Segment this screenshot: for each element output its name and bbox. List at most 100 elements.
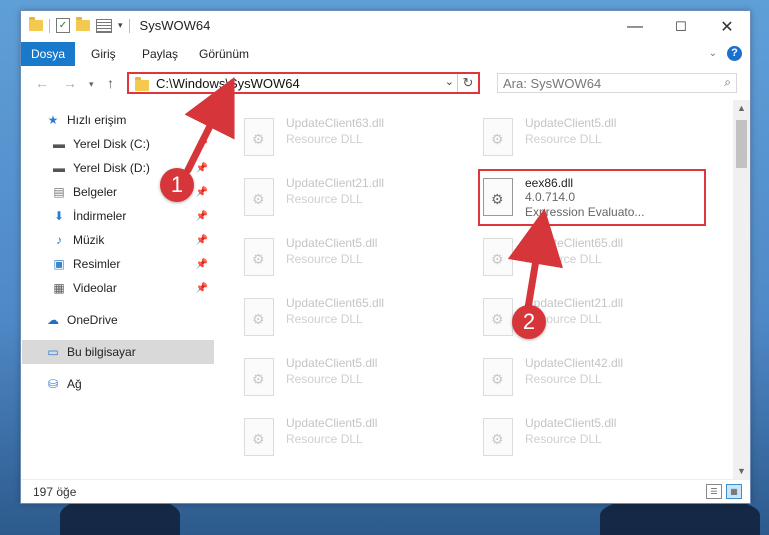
folder-icon (135, 77, 149, 91)
search-icon[interactable]: ⌕ (724, 75, 731, 90)
sidebar-item-label: Bu bilgisayar (67, 345, 136, 359)
up-arrow-icon[interactable]: ↑ (107, 75, 114, 91)
ribbon-controls: ⌄ ? (709, 46, 742, 61)
file-item[interactable]: UpdateClient5.dll Resource DLL (477, 412, 697, 462)
minimize-button[interactable]: — (612, 11, 658, 42)
file-item[interactable]: UpdateClient42.dll Resource DLL (477, 352, 697, 402)
large-icons-view-icon[interactable]: ▦ (726, 484, 742, 499)
dll-file-icon (244, 118, 274, 156)
sidebar-item-pictures[interactable]: ▣ Resimler 📌 (51, 252, 214, 276)
file-item[interactable]: UpdateClient5.dll Resource DLL (238, 232, 458, 282)
pin-icon[interactable]: 📌 (196, 235, 208, 246)
sidebar-item-this-pc[interactable]: ▭ Bu bilgisayar (22, 340, 214, 364)
file-name: UpdateClient5.dll (286, 236, 378, 250)
pin-icon[interactable]: 📌 (196, 163, 208, 174)
address-path[interactable]: C:\Windows\SysWOW64 (156, 76, 300, 91)
scroll-up-icon[interactable]: ▲ (733, 100, 750, 117)
file-name: UpdateClient63.dll (286, 116, 385, 130)
sidebar-item-label: Videolar (73, 281, 117, 295)
quick-access-toolbar: ✓ ▾ SysWOW64 (29, 17, 211, 33)
title-bar: ✓ ▾ SysWOW64 — ☐ ✕ (21, 11, 750, 42)
sidebar-item-network[interactable]: ⛁ Ağ (45, 372, 214, 396)
sidebar-item-downloads[interactable]: ⬇ İndirmeler 📌 (51, 204, 214, 228)
status-bar: 197 öğe ☰ ▦ (21, 479, 750, 503)
tab-home[interactable]: Giriş (91, 42, 116, 66)
details-view-icon[interactable]: ☰ (706, 484, 722, 499)
item-count: 197 öğe (33, 485, 77, 499)
sidebar-item-onedrive[interactable]: ☁ OneDrive (45, 308, 214, 332)
sidebar-item-label: Yerel Disk (D:) (73, 161, 150, 175)
pin-icon[interactable]: 📌 (196, 139, 208, 150)
dll-file-icon (244, 418, 274, 456)
forward-arrow-icon[interactable]: → (63, 75, 77, 91)
file-name: UpdateClient5.dll (525, 116, 617, 130)
separator (49, 18, 50, 33)
step-1-badge: 1 (160, 168, 194, 202)
file-name: UpdateClient65.dll (525, 236, 624, 250)
file-description: Resource DLL (525, 252, 602, 266)
dll-file-icon (244, 238, 274, 276)
file-description: Resource DLL (525, 132, 602, 146)
sidebar-item-label: Resimler (73, 257, 121, 271)
file-description: Resource DLL (286, 192, 363, 206)
maximize-button[interactable]: ☐ (658, 11, 704, 42)
drive-icon: ▬ (53, 161, 65, 175)
new-folder-icon[interactable] (76, 17, 90, 31)
file-item[interactable]: UpdateClient65.dll Resource DLL (238, 292, 458, 342)
recent-locations-icon[interactable]: ▾ (89, 79, 94, 90)
sidebar-item-label: Yerel Disk (C:) (73, 137, 150, 151)
sidebar-item-videos[interactable]: ▦ Videolar 📌 (51, 276, 214, 300)
file-name: UpdateClient5.dll (286, 416, 378, 430)
pin-icon[interactable]: 📌 (196, 187, 208, 198)
back-arrow-icon[interactable]: ← (35, 75, 49, 91)
step-2-badge: 2 (512, 305, 546, 339)
navigation-pane: ★ Hızlı erişim ▬ Yerel Disk (C:) 📌 ▬ Yer… (21, 100, 216, 480)
sidebar-item-label: OneDrive (67, 313, 118, 327)
search-input[interactable]: Ara: SysWOW64 ⌕ (497, 73, 737, 93)
dll-file-icon (244, 178, 274, 216)
file-name: UpdateClient21.dll (286, 176, 385, 190)
chevron-down-icon[interactable]: ▾ (118, 20, 123, 31)
tab-view[interactable]: Görünüm (199, 42, 249, 66)
pin-icon[interactable]: 📌 (196, 283, 208, 294)
expand-ribbon-icon[interactable]: ⌄ (709, 48, 717, 59)
navigation-bar: ← → ▾ ↑ C:\Windows\SysWOW64 ⌄ ↻ Ara: Sys… (21, 66, 750, 100)
file-description: Resource DLL (286, 132, 363, 146)
sidebar-item-label: Hızlı erişim (67, 113, 127, 127)
file-item[interactable]: UpdateClient63.dll Resource DLL (238, 112, 458, 162)
chevron-down-icon[interactable]: ⌄ (445, 75, 454, 88)
file-description: Resource DLL (286, 372, 363, 386)
file-item[interactable]: UpdateClient5.dll Resource DLL (238, 352, 458, 402)
window-title: SysWOW64 (139, 18, 211, 33)
dll-file-icon (483, 418, 513, 456)
dll-file-icon (244, 298, 274, 336)
close-button[interactable]: ✕ (704, 11, 750, 42)
help-icon[interactable]: ? (727, 46, 742, 61)
customize-toolbar-icon[interactable] (96, 18, 112, 33)
file-item[interactable]: UpdateClient5.dll Resource DLL (238, 412, 458, 462)
sidebar-item-label: Müzik (73, 233, 105, 247)
scrollbar-thumb[interactable] (736, 120, 747, 168)
sidebar-item-music[interactable]: ♪ Müzik 📌 (51, 228, 214, 252)
properties-check-icon[interactable]: ✓ (56, 18, 70, 33)
file-item[interactable]: UpdateClient21.dll Resource DLL (238, 172, 458, 222)
pictures-icon: ▣ (53, 257, 65, 271)
music-icon: ♪ (56, 233, 62, 247)
vertical-scrollbar[interactable]: ▲ ▼ (733, 100, 750, 480)
file-item[interactable]: UpdateClient21.dll Resource DLL (477, 292, 697, 342)
drive-icon: ▬ (53, 137, 65, 151)
pin-icon[interactable]: 📌 (196, 211, 208, 222)
file-item[interactable]: UpdateClient65.dll Resource DLL (477, 232, 697, 282)
dll-file-icon (483, 298, 513, 336)
refresh-icon[interactable]: ↻ (457, 74, 478, 92)
sidebar-item-quick-access[interactable]: ★ Hızlı erişim (45, 108, 214, 132)
dll-file-icon (244, 358, 274, 396)
address-bar[interactable]: C:\Windows\SysWOW64 ⌄ ↻ (127, 72, 480, 94)
scroll-down-icon[interactable]: ▼ (733, 463, 750, 480)
search-placeholder: Ara: SysWOW64 (503, 76, 602, 91)
sidebar-item-drive-c[interactable]: ▬ Yerel Disk (C:) 📌 (51, 132, 214, 156)
file-item[interactable]: UpdateClient5.dll Resource DLL (477, 112, 697, 162)
folder-icon (29, 17, 43, 31)
pin-icon[interactable]: 📌 (196, 259, 208, 270)
tab-share[interactable]: Paylaş (142, 42, 178, 66)
